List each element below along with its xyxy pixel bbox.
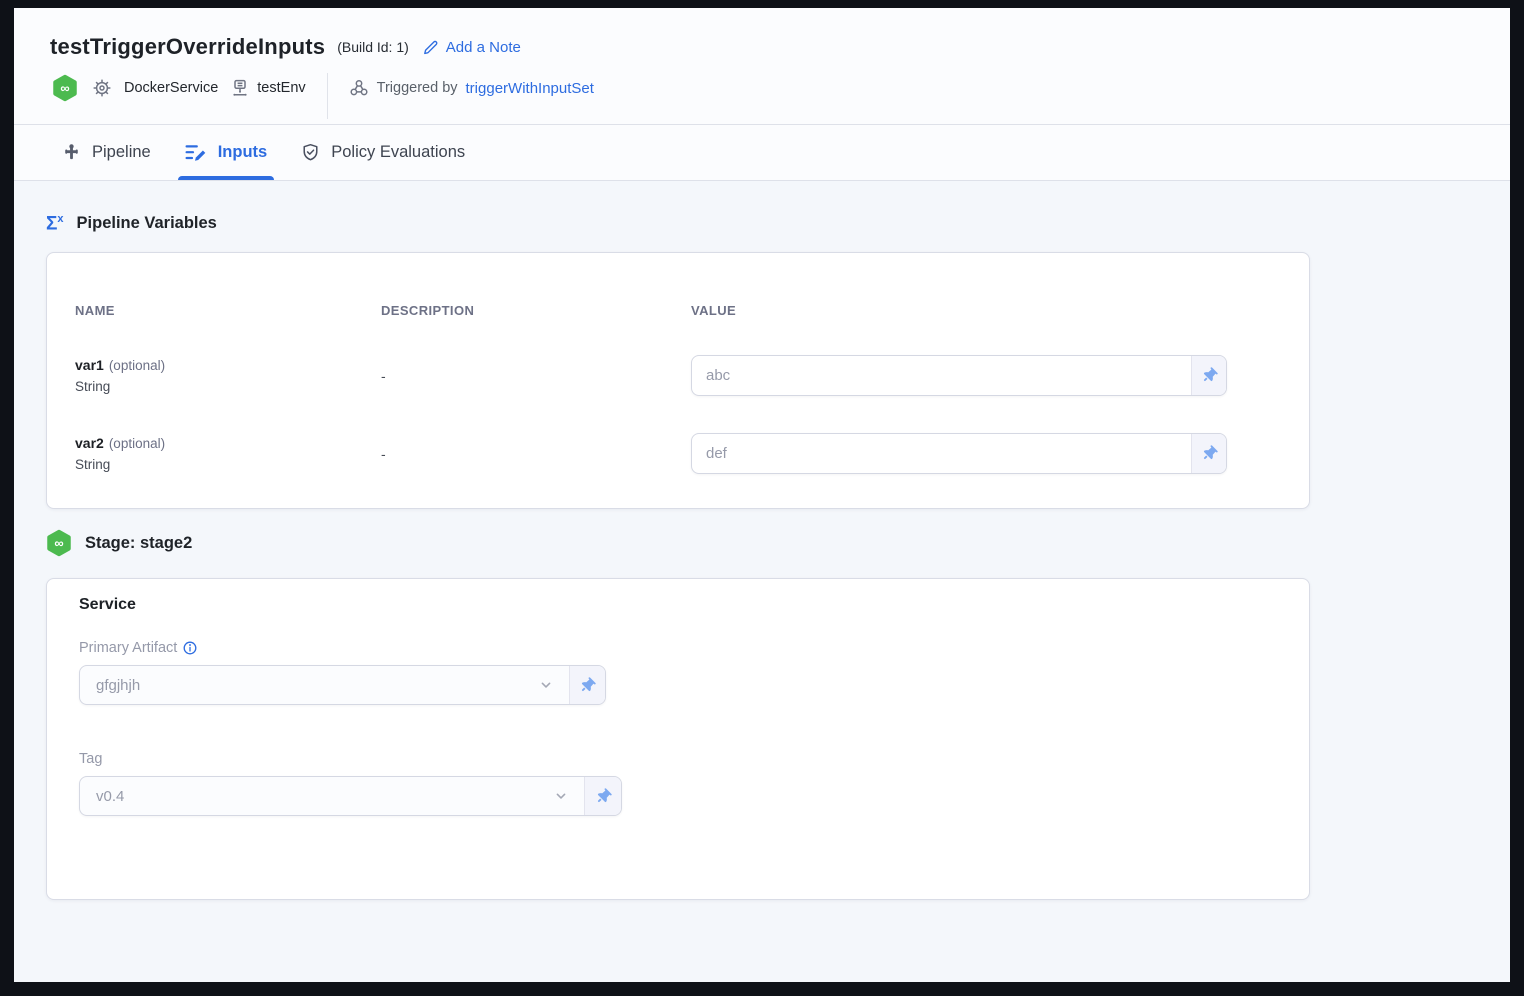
build-id: (Build Id: 1) — [337, 39, 409, 55]
pipeline-icon — [62, 143, 81, 162]
variable-name-cell: var2 (optional) String — [75, 435, 381, 472]
variable-value-group — [691, 433, 1227, 474]
page-title: testTriggerOverrideInputs — [50, 34, 325, 60]
meta-divider — [327, 73, 328, 119]
harness-stage-icon: ∞ — [46, 529, 72, 557]
pin-button-var2[interactable] — [1191, 434, 1226, 473]
primary-artifact-select[interactable]: gfgjhjh — [80, 666, 569, 704]
shield-check-icon — [301, 143, 320, 162]
tab-inputs-label: Inputs — [218, 143, 268, 162]
pipeline-variables-heading: Σx Pipeline Variables — [46, 214, 1478, 233]
variable-description: - — [381, 446, 691, 462]
pin-icon — [580, 678, 595, 693]
variable-value-group — [691, 355, 1227, 396]
add-note-label: Add a Note — [446, 39, 521, 56]
inputs-tab-content: Σx Pipeline Variables NAME DESCRIPTION V… — [14, 181, 1510, 982]
variable-type: String — [75, 457, 381, 472]
variable-row-var1: var1 (optional) String - — [75, 355, 1281, 396]
variable-description: - — [381, 368, 691, 384]
pipeline-variables-card: NAME DESCRIPTION VALUE var1 (optional) St… — [46, 252, 1310, 509]
pin-icon — [1202, 446, 1217, 461]
harness-cd-icon: ∞ — [52, 74, 78, 102]
svg-text:∞: ∞ — [60, 81, 69, 96]
meta-row: ∞ DockerService testEnv — [14, 73, 1510, 103]
tag-label: Tag — [79, 751, 102, 767]
tab-policy-evaluations-label: Policy Evaluations — [331, 143, 465, 162]
gear-icon — [92, 78, 112, 98]
variable-name: var1 — [75, 357, 104, 373]
column-header-value: VALUE — [691, 303, 1281, 318]
tab-policy-evaluations[interactable]: Policy Evaluations — [301, 125, 465, 180]
service-meta: DockerService — [92, 78, 218, 98]
chevron-down-icon — [554, 789, 568, 803]
variable-name-cell: var1 (optional) String — [75, 357, 381, 394]
chevron-down-icon — [539, 678, 553, 692]
add-note-link[interactable]: Add a Note — [423, 39, 521, 56]
sigma-variables-icon: Σx — [46, 214, 64, 233]
tag-label-row: Tag — [79, 751, 1277, 767]
column-header-name: NAME — [75, 303, 381, 318]
service-card: Service Primary Artifact gfgjhjh — [46, 578, 1310, 900]
tab-inputs[interactable]: Inputs — [185, 125, 268, 180]
environment-meta: testEnv — [230, 78, 305, 98]
tag-value: v0.4 — [96, 788, 124, 805]
trigger-name-link[interactable]: triggerWithInputSet — [466, 80, 594, 97]
pin-button-primary-artifact[interactable] — [569, 666, 605, 704]
tag-select[interactable]: v0.4 — [80, 777, 584, 815]
variable-optional-label: (optional) — [109, 358, 165, 373]
execution-page: testTriggerOverrideInputs (Build Id: 1) … — [14, 8, 1510, 982]
variable-name: var2 — [75, 435, 104, 451]
primary-artifact-select-group: gfgjhjh — [79, 665, 606, 705]
triggered-by-label: Triggered by — [377, 80, 458, 96]
pin-button-tag[interactable] — [584, 777, 621, 815]
pipeline-variables-title: Pipeline Variables — [77, 214, 217, 233]
service-card-title: Service — [79, 596, 1277, 614]
tab-bar: Pipeline Inputs Policy Evaluations — [14, 125, 1510, 181]
inputs-icon — [185, 143, 207, 162]
tab-pipeline[interactable]: Pipeline — [62, 125, 151, 180]
tag-select-group: v0.4 — [79, 776, 622, 816]
pencil-icon — [423, 39, 439, 55]
primary-artifact-label: Primary Artifact — [79, 640, 177, 656]
environment-icon — [230, 78, 250, 98]
column-header-description: DESCRIPTION — [381, 303, 691, 318]
primary-artifact-label-row: Primary Artifact — [79, 640, 1277, 656]
trigger-icon — [349, 78, 369, 98]
variable-type: String — [75, 379, 381, 394]
variable-value-input-var1[interactable] — [692, 356, 1191, 395]
stage-title: Stage: stage2 — [85, 534, 192, 553]
pin-icon — [1202, 368, 1217, 383]
pin-icon — [596, 789, 611, 804]
svg-text:∞: ∞ — [54, 536, 63, 551]
stage-heading: ∞ Stage: stage2 — [46, 529, 1478, 557]
variable-row-var2: var2 (optional) String - — [75, 433, 1281, 474]
trigger-meta: Triggered by triggerWithInputSet — [349, 78, 594, 98]
primary-artifact-value: gfgjhjh — [96, 677, 140, 694]
variable-value-input-var2[interactable] — [692, 434, 1191, 473]
title-row: testTriggerOverrideInputs (Build Id: 1) … — [14, 8, 1510, 60]
service-name: DockerService — [124, 80, 218, 96]
info-icon[interactable] — [183, 641, 197, 655]
pin-button-var1[interactable] — [1191, 356, 1226, 395]
variables-table-header: NAME DESCRIPTION VALUE — [75, 303, 1281, 318]
desktop-frame: testTriggerOverrideInputs (Build Id: 1) … — [0, 0, 1524, 996]
variable-optional-label: (optional) — [109, 436, 165, 451]
environment-name: testEnv — [257, 80, 305, 96]
tab-pipeline-label: Pipeline — [92, 143, 151, 162]
execution-header: testTriggerOverrideInputs (Build Id: 1) … — [14, 8, 1510, 125]
